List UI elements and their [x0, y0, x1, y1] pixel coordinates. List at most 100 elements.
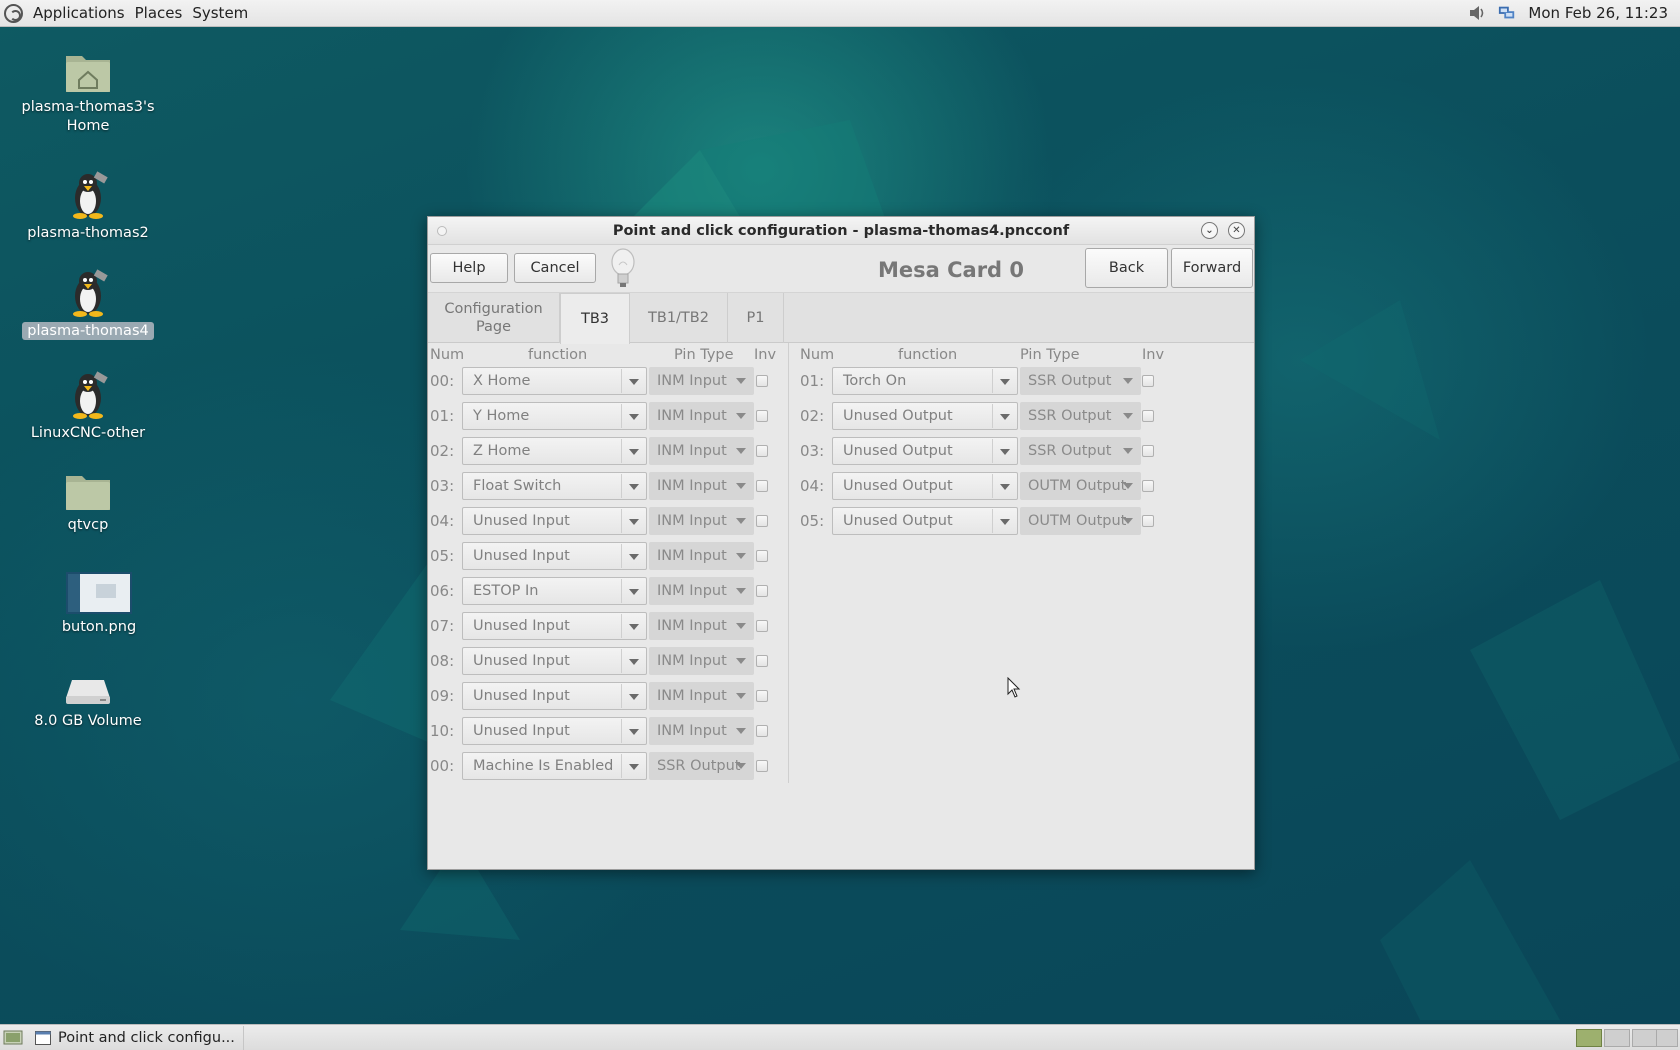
function-combo[interactable]: Unused Input: [462, 507, 647, 535]
pin-type-combo[interactable]: INM Input: [649, 577, 754, 605]
invert-checkbox[interactable]: [756, 445, 768, 457]
invert-checkbox[interactable]: [756, 760, 768, 772]
invert-checkbox[interactable]: [756, 655, 768, 667]
function-combo[interactable]: Unused Output: [832, 402, 1018, 430]
minimize-icon[interactable]: ⌄: [1201, 222, 1218, 239]
workspace-4[interactable]: [1656, 1029, 1678, 1047]
desktop-icon-plasma-thomas4[interactable]: plasma-thomas4: [13, 268, 163, 341]
function-combo[interactable]: Unused Input: [462, 647, 647, 675]
taskbar-item-pncconf[interactable]: Point and click configu...: [27, 1025, 244, 1050]
invert-checkbox[interactable]: [756, 375, 768, 387]
pin-type-combo[interactable]: INM Input: [649, 437, 754, 465]
invert-checkbox[interactable]: [756, 620, 768, 632]
function-combo[interactable]: Float Switch: [462, 472, 647, 500]
function-combo[interactable]: Unused Input: [462, 612, 647, 640]
pin-type-combo[interactable]: INM Input: [649, 717, 754, 745]
dropdown-arrow-icon: [736, 483, 746, 489]
tab-tb1-tb2[interactable]: TB1/TB2: [630, 293, 728, 343]
applications-menu[interactable]: Applications: [33, 4, 125, 22]
places-menu[interactable]: Places: [135, 4, 183, 22]
window-menu-icon[interactable]: [437, 226, 447, 236]
tab-configuration-page[interactable]: Configuration Page: [428, 293, 560, 343]
desktop-icon-volume[interactable]: 8.0 GB Volume: [13, 676, 163, 731]
desktop-icon-linuxcnc-other[interactable]: LinuxCNC-other: [13, 370, 163, 443]
pin-type-value: SSR Output: [1028, 443, 1112, 459]
invert-checkbox[interactable]: [1142, 515, 1154, 527]
invert-checkbox[interactable]: [756, 515, 768, 527]
pin-type-combo[interactable]: SSR Output: [1020, 437, 1141, 465]
function-combo[interactable]: Unused Input: [462, 542, 647, 570]
show-desktop-icon[interactable]: [3, 1029, 23, 1047]
function-combo[interactable]: ESTOP In: [462, 577, 647, 605]
tab-p1[interactable]: P1: [728, 293, 784, 343]
invert-checkbox[interactable]: [756, 725, 768, 737]
desktop-icon-buton-png[interactable]: buton.png: [24, 572, 174, 637]
function-combo[interactable]: Z Home: [462, 437, 647, 465]
dropdown-arrow-icon: [1123, 518, 1133, 524]
pin-type-combo[interactable]: OUTM Output: [1020, 507, 1141, 535]
function-combo[interactable]: Machine Is Enabled: [462, 752, 647, 780]
pin-type-combo[interactable]: INM Input: [649, 682, 754, 710]
pin-type-value: INM Input: [657, 513, 727, 529]
combo-separator: [992, 439, 993, 463]
volume-icon[interactable]: [1468, 5, 1486, 21]
pin-type-combo[interactable]: SSR Output: [1020, 367, 1141, 395]
pin-type-combo[interactable]: INM Input: [649, 647, 754, 675]
pin-type-combo[interactable]: INM Input: [649, 472, 754, 500]
pin-type-combo[interactable]: INM Input: [649, 612, 754, 640]
function-combo[interactable]: Unused Input: [462, 717, 647, 745]
invert-checkbox[interactable]: [756, 410, 768, 422]
function-value: X Home: [473, 373, 531, 389]
forward-button[interactable]: Forward: [1171, 248, 1253, 288]
cancel-button[interactable]: Cancel: [514, 253, 596, 283]
pin-type-value: SSR Output: [657, 758, 741, 774]
back-button[interactable]: Back: [1085, 248, 1168, 288]
help-button[interactable]: Help: [430, 253, 508, 283]
function-combo[interactable]: Torch On: [832, 367, 1018, 395]
function-combo[interactable]: Y Home: [462, 402, 647, 430]
workspace-3[interactable]: [1632, 1029, 1658, 1047]
invert-checkbox[interactable]: [1142, 375, 1154, 387]
pin-type-combo[interactable]: OUTM Output: [1020, 472, 1141, 500]
clock[interactable]: Mon Feb 26, 11:23: [1528, 4, 1668, 22]
workspace-2[interactable]: [1604, 1029, 1630, 1047]
desktop-icon-qtvcp[interactable]: qtvcp: [13, 472, 163, 535]
tab-tb3[interactable]: TB3: [560, 293, 630, 344]
system-menu[interactable]: System: [192, 4, 248, 22]
workspace-1[interactable]: [1576, 1029, 1602, 1047]
invert-checkbox[interactable]: [1142, 480, 1154, 492]
dropdown-arrow-icon: [629, 484, 639, 490]
pin-type-combo[interactable]: INM Input: [649, 542, 754, 570]
desktop-icon-home[interactable]: plasma-thomas3's Home: [13, 50, 163, 136]
dropdown-arrow-icon: [629, 694, 639, 700]
row-number: 02:: [800, 407, 825, 425]
function-combo[interactable]: X Home: [462, 367, 647, 395]
network-icon[interactable]: [1498, 5, 1516, 21]
invert-checkbox[interactable]: [1142, 410, 1154, 422]
pin-type-combo[interactable]: INM Input: [649, 367, 754, 395]
pin-type-combo[interactable]: INM Input: [649, 402, 754, 430]
combo-separator: [621, 404, 622, 428]
invert-checkbox[interactable]: [756, 585, 768, 597]
pin-type-combo[interactable]: SSR Output: [649, 752, 754, 780]
invert-checkbox[interactable]: [756, 550, 768, 562]
close-icon[interactable]: ✕: [1228, 222, 1245, 239]
function-value: Y Home: [473, 408, 530, 424]
invert-checkbox[interactable]: [756, 690, 768, 702]
function-combo[interactable]: Unused Output: [832, 437, 1018, 465]
combo-separator: [992, 509, 993, 533]
row-number: 07:: [430, 617, 455, 635]
distro-logo-icon[interactable]: [4, 3, 23, 23]
invert-checkbox[interactable]: [1142, 445, 1154, 457]
function-combo[interactable]: Unused Input: [462, 682, 647, 710]
function-combo[interactable]: Unused Output: [832, 472, 1018, 500]
home-folder-icon: [66, 56, 110, 92]
window-titlebar[interactable]: Point and click configuration - plasma-t…: [428, 217, 1254, 245]
function-combo[interactable]: Unused Output: [832, 507, 1018, 535]
desktop-icon-plasma-thomas2[interactable]: plasma-thomas2: [13, 170, 163, 243]
pin-type-combo[interactable]: SSR Output: [1020, 402, 1141, 430]
pin-type-combo[interactable]: INM Input: [649, 507, 754, 535]
invert-checkbox[interactable]: [756, 480, 768, 492]
dropdown-arrow-icon: [629, 554, 639, 560]
window-icon: [35, 1030, 51, 1045]
